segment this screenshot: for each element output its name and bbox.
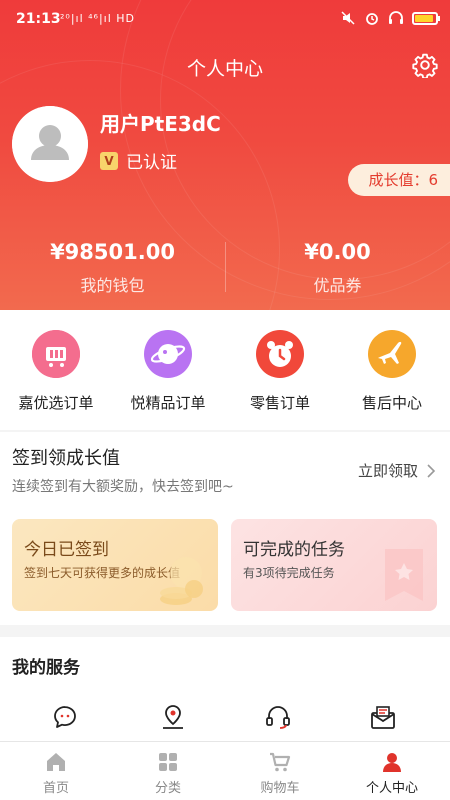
home-icon <box>47 753 65 771</box>
alarm-icon <box>366 13 378 25</box>
tab-label: 个人中心 <box>365 781 418 796</box>
tab-label: 购物车 <box>260 781 300 796</box>
order-label: 售后中心 <box>361 394 422 412</box>
claim-label: 立即领取 <box>357 462 418 480</box>
username: 用户PtE3dC <box>100 112 221 136</box>
tasks-title: 可完成的任务 <box>243 540 345 560</box>
verified-badge-icon: V <box>100 151 118 170</box>
tab-category[interactable]: 分类 <box>112 750 224 796</box>
status-bar: 21:13 ²⁰|ıl ⁴⁶|ıl HD <box>0 0 450 40</box>
tab-label: 首页 <box>42 781 69 796</box>
coupon-label: 优品券 <box>313 276 362 295</box>
order-shortcuts: 嘉优选订单 悦精品订单 零售订单 售后中心 <box>0 310 450 430</box>
profile-header-background: 21:13 ²⁰|ıl ⁴⁶|ıl HD 个人中心 用户PtE3dC V 已认证… <box>0 0 450 310</box>
order-aftersales[interactable]: 售后中心 <box>336 330 448 413</box>
tab-label: 分类 <box>154 781 181 796</box>
bottom-tab-bar: 首页 分类 购物车 个人中心 <box>0 741 450 800</box>
tasks-card[interactable]: 可完成的任务 有3项待完成任务 <box>231 519 437 611</box>
tasks-desc: 有3项待完成任务 <box>243 566 335 580</box>
my-services: 我的服务 <box>0 637 450 741</box>
tab-home[interactable]: 首页 <box>0 750 112 796</box>
order-label: 嘉优选订单 <box>18 394 94 412</box>
signin-heading: 签到领成长值 <box>12 448 120 469</box>
planet-icon <box>144 330 192 378</box>
coins-icon <box>160 557 203 605</box>
claim-button[interactable]: 立即领取 <box>358 460 436 481</box>
gear-icon[interactable] <box>412 52 438 78</box>
grid-icon <box>159 753 177 771</box>
person-icon <box>383 753 401 772</box>
chevron-right-icon <box>427 463 436 478</box>
alarm-clock-icon <box>256 330 304 378</box>
airplane-icon <box>368 330 416 378</box>
cart-icon <box>32 330 80 378</box>
headset-icon[interactable] <box>265 704 291 730</box>
ribbon-star-icon <box>385 549 423 601</box>
signin-subtitle: 连续签到有大额奖励，快去签到吧~ <box>12 479 234 495</box>
avatar[interactable] <box>12 106 88 182</box>
coupon-balance[interactable]: ¥0.00 优品券 <box>225 240 450 296</box>
verified-status: V 已认证 <box>100 148 177 173</box>
order-yuejingpin[interactable]: 悦精品订单 <box>112 330 224 413</box>
order-retail[interactable]: 零售订单 <box>224 330 336 413</box>
verified-label: 已认证 <box>126 153 177 173</box>
status-time: 21:13 <box>16 11 61 27</box>
coupon-amount: ¥0.00 <box>304 240 371 264</box>
default-avatar-icon <box>12 106 88 182</box>
headphone-icon <box>389 11 403 24</box>
order-label: 零售订单 <box>249 394 310 412</box>
location-icon[interactable] <box>160 704 186 730</box>
order-label: 悦精品订单 <box>130 394 206 412</box>
signed-today-card[interactable]: 今日已签到 签到七天可获得更多的成长值 <box>12 519 218 611</box>
order-jiayouxuan[interactable]: 嘉优选订单 <box>0 330 112 413</box>
wallet-label: 我的钱包 <box>80 276 145 295</box>
tab-cart[interactable]: 购物车 <box>224 750 336 796</box>
wallet-balance[interactable]: ¥98501.00 我的钱包 <box>0 240 225 296</box>
mute-icon <box>341 11 355 25</box>
mail-icon[interactable] <box>370 704 396 730</box>
battery-icon <box>412 11 440 25</box>
signin-section: 签到领成长值 连续签到有大额奖励，快去签到吧~ 立即领取 今日已签到 签到七天可… <box>0 432 450 625</box>
network-indicator: ²⁰|ıl ⁴⁶|ıl HD <box>60 12 136 25</box>
signed-today-title: 今日已签到 <box>24 540 109 560</box>
wallet-amount: ¥98501.00 <box>50 240 175 264</box>
page-title: 个人中心 <box>186 58 263 80</box>
cart-icon <box>270 752 291 772</box>
tab-profile[interactable]: 个人中心 <box>336 750 448 796</box>
services-heading: 我的服务 <box>12 658 80 678</box>
chat-icon[interactable] <box>52 704 78 730</box>
growth-value-badge[interactable]: 成长值：6 <box>348 164 450 196</box>
